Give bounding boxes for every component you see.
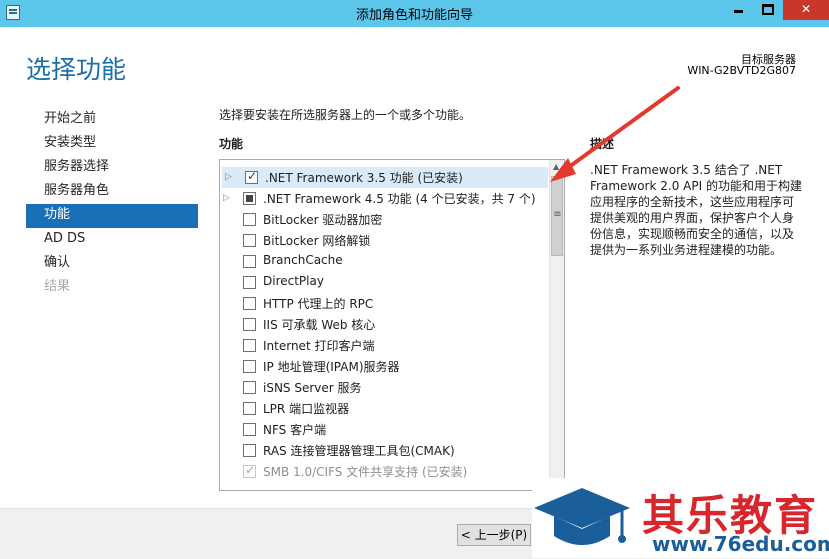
feature-checkbox[interactable]	[243, 339, 256, 352]
feature-label: HTTP 代理上的 RPC	[263, 297, 374, 311]
feature-checkbox[interactable]	[243, 360, 256, 373]
description-heading: 描述	[590, 137, 615, 151]
feature-checkbox	[243, 463, 256, 478]
watermark-logo: 其乐教育 www.76edu.com	[532, 478, 829, 558]
page-title: 选择功能	[26, 55, 127, 84]
feature-label: .NET Framework 3.5 功能 (已安装)	[265, 171, 463, 185]
feature-row[interactable]: ▷ .NET Framework 4.5 功能 (4 个已安装，共 7 个)	[220, 188, 546, 209]
description-text: .NET Framework 3.5 结合了 .NET Framework 2.…	[590, 163, 802, 257]
maximize-icon	[761, 4, 774, 15]
nav-item[interactable]: 功能	[26, 204, 198, 228]
features-scrollbar[interactable]: ▲ ≡	[549, 160, 564, 490]
minimize-icon	[734, 10, 743, 13]
feature-checkbox[interactable]	[243, 234, 256, 247]
feature-checkbox[interactable]	[243, 318, 256, 331]
feature-checkbox[interactable]	[243, 381, 256, 394]
wizard-nav: 开始之前 安装类型 服务器选择 服务器角色 功能 AD DS 确认结果	[26, 108, 198, 300]
feature-checkbox[interactable]	[243, 423, 256, 436]
maximize-button[interactable]	[754, 0, 781, 20]
feature-row[interactable]: SMB 1.0/CIFS 文件共享支持 (已安装)	[220, 461, 546, 482]
feature-checkbox[interactable]	[243, 192, 256, 205]
features-heading: 功能	[219, 137, 244, 151]
graduation-cap-icon	[534, 488, 630, 545]
feature-label: IP 地址管理(IPAM)服务器	[263, 360, 400, 374]
feature-label: IIS 可承载 Web 核心	[263, 318, 376, 332]
nav-item[interactable]: AD DS	[26, 228, 198, 252]
feature-label: SMB 1.0/CIFS 文件共享支持 (已安装)	[263, 465, 468, 479]
feature-checkbox[interactable]	[243, 402, 256, 415]
feature-row[interactable]: RAS 连接管理器管理工具包(CMAK)	[220, 440, 546, 461]
feature-label: iSNS Server 服务	[263, 381, 362, 395]
close-button[interactable]: ✕	[783, 0, 829, 20]
target-server-name: WIN-G2BVTD2G807	[687, 64, 796, 77]
window-title: 添加角色和功能向导	[355, 8, 473, 23]
feature-label: BranchCache	[263, 253, 343, 267]
nav-item: 结果	[44, 279, 71, 294]
feature-checkbox[interactable]	[243, 255, 256, 268]
feature-label: .NET Framework 4.5 功能 (4 个已安装，共 7 个)	[263, 192, 536, 206]
feature-checkbox[interactable]	[245, 169, 258, 184]
close-icon: ✕	[800, 2, 812, 16]
expand-arrow-icon[interactable]: ▷	[225, 172, 232, 182]
feature-row[interactable]: iSNS Server 服务	[220, 377, 546, 398]
feature-checkbox[interactable]	[243, 444, 256, 457]
nav-item[interactable]: 确认	[26, 252, 198, 276]
feature-row[interactable]: BranchCache	[220, 251, 546, 272]
expand-arrow-icon[interactable]: ▷	[223, 193, 230, 203]
feature-row[interactable]: LPR 端口监视器	[220, 398, 546, 419]
feature-label: NFS 客户端	[263, 423, 327, 437]
feature-checkbox[interactable]	[243, 213, 256, 226]
feature-row[interactable]: BitLocker 网络解锁	[220, 230, 546, 251]
feature-checkbox[interactable]	[243, 276, 256, 289]
feature-row[interactable]: BitLocker 驱动器加密	[220, 209, 546, 230]
title-bar: 添加角色和功能向导 ✕	[0, 0, 829, 27]
feature-label: DirectPlay	[263, 274, 324, 288]
feature-row[interactable]: ▷ .NET Framework 3.5 功能 (已安装)	[222, 167, 548, 188]
feature-row[interactable]: DirectPlay	[220, 272, 546, 293]
minimize-button[interactable]	[725, 0, 752, 20]
feature-checkbox[interactable]	[243, 297, 256, 310]
nav-item[interactable]: 开始之前	[26, 108, 198, 132]
feature-label: BitLocker 驱动器加密	[263, 213, 383, 227]
scrollbar-thumb[interactable]: ≡	[551, 176, 563, 256]
grip-icon: ≡	[553, 209, 562, 220]
previous-button[interactable]: < 上一步(P)	[457, 524, 531, 546]
scroll-up-icon[interactable]: ▲	[553, 162, 559, 171]
feature-row[interactable]: IP 地址管理(IPAM)服务器	[220, 356, 546, 377]
nav-item[interactable]: 服务器角色	[26, 180, 198, 204]
feature-row[interactable]: NFS 客户端	[220, 419, 546, 440]
feature-row[interactable]: IIS 可承载 Web 核心	[220, 314, 546, 335]
feature-label: BitLocker 网络解锁	[263, 234, 371, 248]
feature-label: Internet 打印客户端	[263, 339, 375, 353]
brand-url: www.76edu.com	[652, 532, 829, 556]
feature-row[interactable]: HTTP 代理上的 RPC	[220, 293, 546, 314]
feature-row[interactable]: Internet 打印客户端	[220, 335, 546, 356]
feature-label: LPR 端口监视器	[263, 402, 350, 416]
nav-item[interactable]: 安装类型	[26, 132, 198, 156]
features-list[interactable]: ▷ .NET Framework 3.5 功能 (已安装) ▷ .NET Framew…	[219, 159, 565, 491]
instruction-text: 选择要安装在所选服务器上的一个或多个功能。	[219, 108, 472, 122]
nav-item[interactable]: 服务器选择	[26, 156, 198, 180]
feature-label: RAS 连接管理器管理工具包(CMAK)	[263, 444, 455, 458]
